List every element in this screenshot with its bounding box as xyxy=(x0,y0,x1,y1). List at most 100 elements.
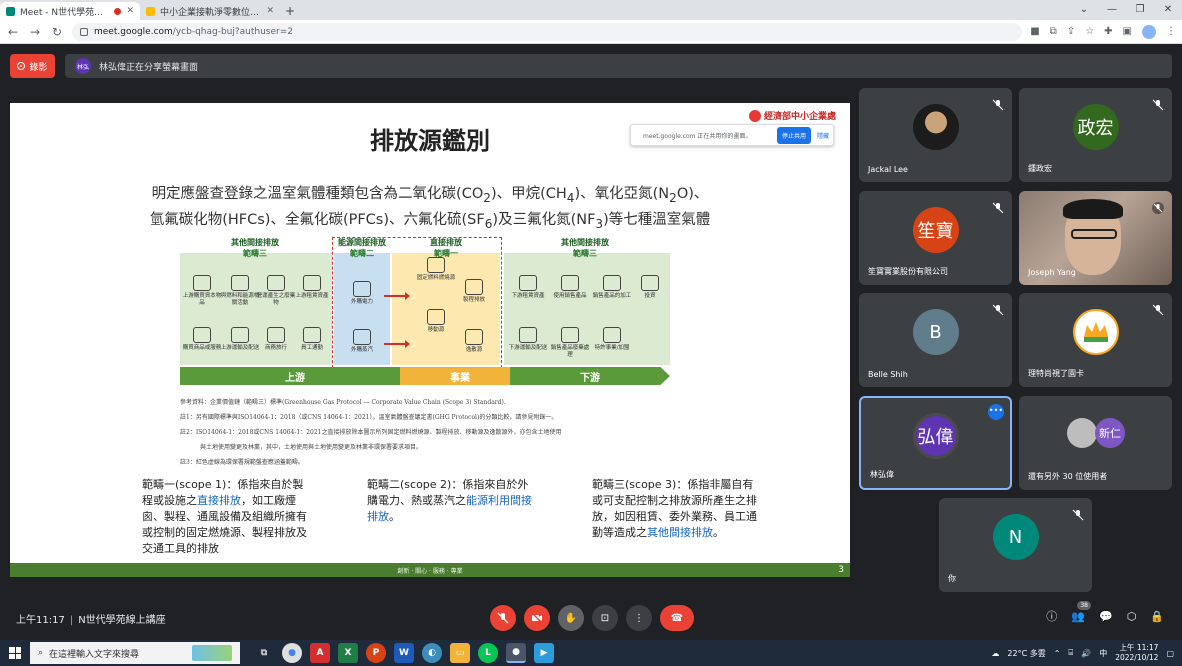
building-icon xyxy=(519,275,537,291)
activities-icon[interactable]: ⬡ xyxy=(1127,610,1137,623)
building-icon xyxy=(303,275,321,291)
self-tile[interactable]: N 你 xyxy=(939,498,1092,592)
extensions-icon[interactable]: ✚ xyxy=(1104,26,1112,37)
volume-icon[interactable]: 🔊 xyxy=(1081,649,1091,658)
intro-subscript: 2 xyxy=(669,190,677,205)
menu-icon[interactable]: ⋮ xyxy=(1166,26,1176,37)
mic-off-button[interactable] xyxy=(490,605,516,631)
participant-tile[interactable]: 理特尚視了園卡 xyxy=(1019,293,1172,387)
meet-app-icon[interactable]: ▶ xyxy=(534,643,554,663)
tray-overflow-icon[interactable]: ⌃ xyxy=(1054,649,1061,658)
new-tab-button[interactable]: + xyxy=(280,2,300,20)
process-icon xyxy=(465,279,483,295)
participant-name: 笙寶實業股份有限公司 xyxy=(868,267,948,276)
camera-in-use-icon[interactable]: ■ xyxy=(1030,26,1039,37)
intro-subscript: 2 xyxy=(483,190,491,205)
slide-footer: 創新 · 關心 · 服務 · 專業 3 xyxy=(10,563,850,577)
references: 參考資料：企業價值鏈（範疇三）標準(Greenhouse Gas Protoco… xyxy=(180,395,680,470)
participant-tile[interactable]: Joseph Yang xyxy=(1019,191,1172,285)
heading-text: 直接排放 xyxy=(430,238,462,247)
windows-logo-icon xyxy=(9,647,21,659)
search-icon: ⌕ xyxy=(38,648,44,658)
participant-tile[interactable]: Jackal Lee xyxy=(859,88,1012,182)
clock-time: 上午 11:17 xyxy=(1119,643,1159,652)
camera-off-button[interactable] xyxy=(524,605,550,631)
present-screen-button[interactable]: ⊡ xyxy=(592,605,618,631)
upstream-item: 購買商品或服務 xyxy=(182,327,222,352)
agency-logo: 經濟部中小企業處 xyxy=(748,109,836,122)
line-icon[interactable]: L xyxy=(478,643,498,663)
open-in-new-icon[interactable]: ⧉ xyxy=(1050,26,1057,37)
host-controls-icon[interactable]: 🔒 xyxy=(1150,610,1164,623)
participant-name: 鍾政宏 xyxy=(1028,164,1052,173)
close-tab-icon[interactable]: ✕ xyxy=(126,6,134,16)
taskbar-search[interactable]: ⌕ 在這裡輸入文字來搜尋 xyxy=(30,642,240,664)
close-window-button[interactable]: ✕ xyxy=(1154,0,1182,20)
chat-icon[interactable]: 💬 xyxy=(1099,610,1113,623)
participant-tile-active[interactable]: ••• 弘偉 林弘偉 xyxy=(859,396,1012,490)
leave-call-button[interactable]: ☎ xyxy=(660,605,694,631)
clock[interactable]: 上午 11:17 2022/10/12 xyxy=(1115,643,1158,663)
participant-tile[interactable]: B Belle Shih xyxy=(859,293,1012,387)
arrow-icon xyxy=(384,340,410,348)
reload-button[interactable]: ↻ xyxy=(50,25,64,39)
acrobat-icon[interactable]: A xyxy=(310,643,330,663)
shop-icon xyxy=(603,327,621,343)
app-icon[interactable]: ◐ xyxy=(422,643,442,663)
scope2-definition: 範疇二(scope 2)：係指來自於外購電力、熱或蒸汽之能源利用間接排放。 xyxy=(367,477,537,557)
tab-meet[interactable]: Meet - N世代學苑線上講座 ✕ xyxy=(0,2,140,20)
upstream-item: 與燃料和能源相關活動 xyxy=(220,275,260,307)
bookmark-star-icon[interactable]: ☆ xyxy=(1085,26,1094,37)
upstream-item: 上游租賃資產 xyxy=(292,275,332,300)
minimize-button[interactable]: — xyxy=(1098,0,1126,20)
excel-icon[interactable]: X xyxy=(338,643,358,663)
participant-tile[interactable]: 政宏 鍾政宏 xyxy=(1019,88,1172,182)
chrome-icon[interactable]: ● xyxy=(282,643,302,663)
word-icon[interactable]: W xyxy=(394,643,414,663)
participant-name: Joseph Yang xyxy=(1028,268,1076,277)
muted-mic-icon xyxy=(992,96,1004,111)
participant-avatar: 弘偉 xyxy=(912,412,959,459)
crown-logo-icon xyxy=(1072,309,1119,356)
others-tile[interactable]: 新仁 還有另外 30 位使用者 xyxy=(1019,396,1172,490)
address-bar[interactable]: meet.google.com/ycb-qhag-buj?authuser=2 xyxy=(72,22,1023,41)
hide-notification-button[interactable]: 隱藏 xyxy=(817,131,829,140)
file-explorer-icon[interactable]: ▭ xyxy=(450,643,470,663)
item-label: 員工通勤 xyxy=(300,345,323,351)
participant-glasses xyxy=(1071,229,1117,239)
close-tab-icon[interactable]: ✕ xyxy=(266,6,274,16)
chrome-active-icon[interactable]: ● xyxy=(506,643,526,663)
start-button[interactable] xyxy=(0,647,30,659)
more-options-icon[interactable]: ••• xyxy=(988,404,1004,420)
profile-avatar[interactable] xyxy=(1142,24,1156,39)
side-panel-icon[interactable]: ▣ xyxy=(1123,26,1132,37)
tab-search-icon[interactable]: ⌄ xyxy=(1070,0,1098,20)
network-icon[interactable]: ⌸ xyxy=(1068,648,1073,658)
ime-indicator[interactable]: 中 xyxy=(1099,648,1107,659)
maximize-button[interactable]: ❐ xyxy=(1126,0,1154,20)
share-icon[interactable]: ⇪ xyxy=(1067,26,1075,37)
stop-sharing-button[interactable]: 停止共用 xyxy=(776,126,811,144)
more-options-button[interactable]: ⋮ xyxy=(626,605,652,631)
participant-tile[interactable]: 笙寶 笙寶實業股份有限公司 xyxy=(859,191,1012,285)
recording-button[interactable]: 錄影 xyxy=(10,54,55,78)
meeting-details-icon[interactable]: ⓘ xyxy=(1046,608,1057,624)
car-icon xyxy=(303,327,321,343)
meeting-time: 上午11:17 xyxy=(16,614,65,626)
weather-text[interactable]: 22°C 多雲 xyxy=(1007,648,1045,659)
direct-heading: 直接排放 範疇一 xyxy=(392,237,500,259)
weather-icon[interactable]: ☁ xyxy=(991,649,999,658)
meeting-info: 上午11:17 | N世代學苑線上講座 xyxy=(16,614,166,626)
forward-button[interactable]: → xyxy=(28,25,42,39)
tab-drive[interactable]: 中小企業接軌淨零數位成長-公司 ✕ xyxy=(140,2,280,20)
intro-text: 氫氟碳化物(HFCs)、全氟化碳(PFCs)、六氟化硫(SF xyxy=(149,211,485,228)
truck-icon xyxy=(231,327,249,343)
reference-line: 參考資料：企業價值鏈（範疇三）標準(Greenhouse Gas Protoco… xyxy=(180,399,506,406)
call-controls: ✋ ⊡ ⋮ ☎ xyxy=(490,605,694,631)
powerpoint-icon[interactable]: P xyxy=(366,643,386,663)
notifications-icon[interactable]: ▢ xyxy=(1166,649,1174,658)
people-icon[interactable]: 👥 38 xyxy=(1071,600,1091,623)
raise-hand-button[interactable]: ✋ xyxy=(558,605,584,631)
back-button[interactable]: ← xyxy=(6,25,20,39)
task-view-icon[interactable]: ⧉ xyxy=(254,643,274,663)
